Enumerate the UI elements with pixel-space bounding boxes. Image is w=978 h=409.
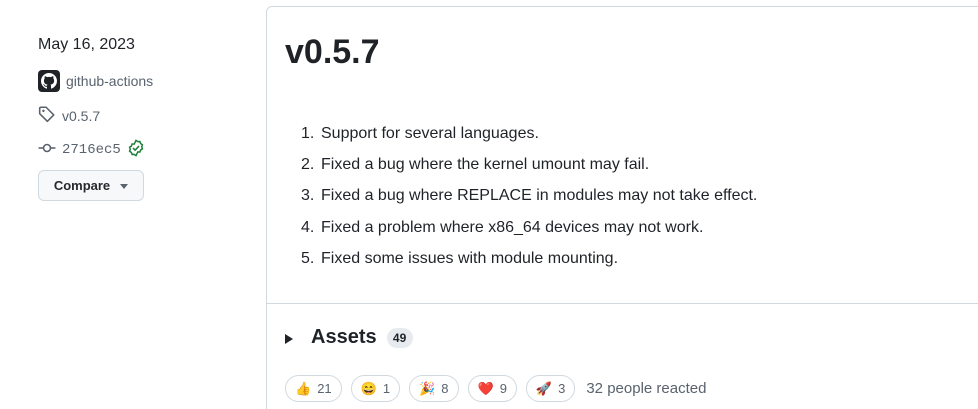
caret-down-icon bbox=[120, 183, 129, 189]
release-note-item: 1. Support for several languages. bbox=[301, 125, 539, 142]
reaction-count: 21 bbox=[317, 381, 332, 396]
reaction-rocket-button[interactable]: 🚀 3 bbox=[525, 375, 576, 402]
commit-sha: 2716ec5 bbox=[62, 141, 121, 158]
compare-label: Compare bbox=[53, 178, 111, 193]
git-commit-icon bbox=[38, 139, 56, 160]
release-note-item: 4. Fixed a problem where x86_64 devices m… bbox=[301, 218, 704, 236]
release-note-item: 5. Fixed some issues with module mounting… bbox=[301, 249, 619, 267]
reactions-bar: 👍 21 😄 1 🎉 8 ❤️ 9 🚀 3 32 people reacted bbox=[285, 375, 706, 402]
heart-icon: ❤️ bbox=[477, 381, 494, 396]
commit-link[interactable]: 2716ec5 bbox=[38, 139, 145, 160]
verified-check-icon[interactable] bbox=[127, 139, 145, 160]
release-note-item: 2. Fixed a bug where the kernel umount ma… bbox=[301, 156, 650, 174]
release-note-item: 3. Fixed a bug where REPLACE in modules m… bbox=[301, 187, 758, 205]
party-popper-icon: 🎉 bbox=[419, 381, 436, 396]
release-card: v0.5.7 1. Support for several languages. … bbox=[266, 6, 978, 409]
tag-name: v0.5.7 bbox=[62, 107, 101, 124]
tag-icon bbox=[38, 105, 56, 126]
compare-button[interactable]: Compare bbox=[38, 170, 144, 201]
release-page: May 16, 2023 github-actions v0.5.7 2716e… bbox=[0, 0, 978, 409]
reaction-count: 3 bbox=[558, 381, 566, 396]
release-title[interactable]: v0.5.7 bbox=[285, 33, 380, 72]
rocket-icon: 🚀 bbox=[535, 381, 553, 396]
thumbs-up-icon: 👍 bbox=[295, 381, 312, 396]
reaction-thumbs-up-button[interactable]: 👍 21 bbox=[285, 375, 342, 402]
reaction-count: 1 bbox=[382, 381, 391, 396]
reaction-heart-button[interactable]: ❤️ 9 bbox=[467, 375, 517, 402]
assets-toggle[interactable]: Assets 49 bbox=[285, 326, 413, 349]
assets-count-badge: 49 bbox=[386, 327, 413, 348]
reaction-smile-button[interactable]: 😄 1 bbox=[350, 375, 401, 402]
reaction-count: 8 bbox=[441, 381, 449, 396]
people-reacted-link[interactable]: 32 people reacted bbox=[586, 380, 706, 397]
assets-label: Assets bbox=[311, 326, 377, 348]
author-name: github-actions bbox=[66, 73, 154, 89]
release-notes: 1. Support for several languages. 2. Fixed… bbox=[301, 118, 757, 274]
card-divider bbox=[267, 303, 978, 304]
release-date: May 16, 2023 bbox=[38, 36, 135, 53]
tag-link[interactable]: v0.5.7 bbox=[38, 105, 100, 126]
reaction-party-button[interactable]: 🎉 8 bbox=[409, 375, 459, 402]
github-avatar-icon bbox=[38, 70, 60, 92]
triangle-right-icon bbox=[285, 333, 293, 344]
reaction-count: 9 bbox=[499, 381, 507, 396]
smile-icon: 😄 bbox=[360, 381, 377, 396]
author-link[interactable]: github-actions bbox=[38, 70, 153, 92]
